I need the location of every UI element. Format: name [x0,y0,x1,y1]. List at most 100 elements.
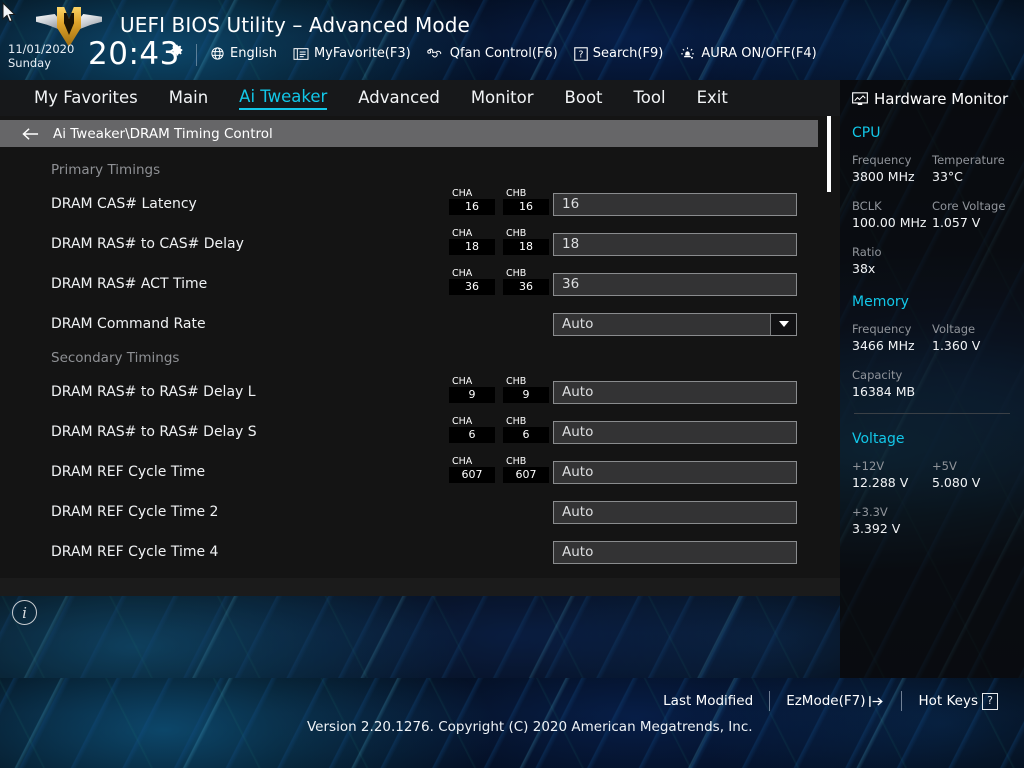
channel-cha-value: 18 [449,239,495,255]
channel-cha-cell: CHA18 [449,228,495,255]
hwmon-metric-value: 1.360 V [932,337,1012,354]
question-box-icon: ? [982,693,998,710]
breadcrumb[interactable]: Ai Tweaker\DRAM Timing Control [0,120,818,147]
channel-cha-cell: CHA6 [449,416,495,443]
hardware-monitor-title: Hardware Monitor [852,90,1012,108]
hwmon-metric: +3.3V3.392 V [852,504,937,537]
channel-chb-cell: CHB36 [503,268,549,295]
channel-cha-cell: CHA607 [449,456,495,483]
tab-advanced[interactable]: Advanced [358,88,440,109]
setting-row[interactable]: DRAM RAS# ACT TimeCHA36CHB3636 [0,264,818,304]
tab-tool[interactable]: Tool [634,88,666,109]
setting-value: 18 [562,236,579,252]
hwmon-metric: +5V5.080 V [932,458,1012,491]
main-panel: Ai Tweaker\DRAM Timing Control Primary T… [0,116,840,578]
globe-icon [210,46,225,61]
ezmode-button[interactable]: EzMode(F7) [770,693,901,709]
hwmon-metric-label: Frequency [852,321,932,337]
hwmon-readouts: +12V12.288 V+5V5.080 V +3.3V3.392 V [852,458,1012,537]
tab-monitor[interactable]: Monitor [471,88,534,109]
channel-chb-value: 18 [503,239,549,255]
setting-input[interactable]: Auto [553,501,797,524]
hwmon-metric: +12V12.288 V [852,458,932,491]
svg-text:?: ? [578,49,583,60]
hwmon-metric-label: +5V [932,458,1012,474]
help-panel: i [0,578,840,678]
scrollbar-thumb[interactable] [827,116,831,192]
setting-input[interactable]: 16 [553,193,797,216]
setting-row[interactable]: DRAM RAS# to RAS# Delay SCHA6CHB6Auto [0,412,818,452]
info-icon[interactable]: i [12,600,37,625]
channel-cha-caption: CHA [449,188,495,199]
tab-exit[interactable]: Exit [697,88,728,109]
hwmon-metric-value: 3466 MHz [852,337,932,354]
hwmon-metric: Capacity16384 MB [852,367,937,400]
setting-value: Auto [562,504,593,520]
setting-input[interactable]: Auto [553,381,797,404]
channel-chb-cell: CHB18 [503,228,549,255]
setting-input[interactable]: 18 [553,233,797,256]
channel-cha-caption: CHA [449,228,495,239]
channel-readout-group: CHA6CHB6 [449,416,549,443]
list-icon [293,47,309,61]
tab-boot[interactable]: Boot [565,88,603,109]
hwmon-readouts: Frequency3800 MHzTemperature33°CBCLK100.… [852,152,1012,277]
language-button[interactable]: English [210,46,277,61]
setting-input[interactable]: Auto [553,421,797,444]
search-button[interactable]: ? Search(F9) [574,46,664,61]
page-title: UEFI BIOS Utility – Advanced Mode [120,13,470,37]
hwmon-group-title: CPU [852,125,1012,141]
hwmon-metric-label: Temperature [932,152,1012,168]
channel-cha-value: 6 [449,427,495,443]
qfan-label: Qfan Control(F6) [450,46,558,61]
channel-chb-value: 9 [503,387,549,403]
chevron-down-icon[interactable] [770,314,796,335]
fan-icon [427,46,445,61]
setting-input[interactable]: 36 [553,273,797,296]
setting-row[interactable]: DRAM REF Cycle Time 2Auto [0,492,818,532]
question-box-icon: ? [574,47,588,61]
tab-my-favorites[interactable]: My Favorites [34,88,138,109]
setting-row[interactable]: DRAM RAS# to CAS# DelayCHA18CHB1818 [0,224,818,264]
setting-select[interactable]: Auto [553,313,797,336]
channel-cha-value: 36 [449,279,495,295]
ezmode-label: EzMode(F7) [786,693,865,709]
hwmon-row: +3.3V3.392 V [852,504,1012,537]
tab-ai-tweaker[interactable]: Ai Tweaker [239,87,327,110]
myfavorite-button[interactable]: MyFavorite(F3) [293,46,411,61]
header-shortcuts: English MyFavorite(F3) [210,46,817,61]
last-modified-button[interactable]: Last Modified [647,693,769,709]
search-label: Search(F9) [593,46,664,61]
setting-row[interactable]: DRAM REF Cycle Time 4Auto [0,532,818,572]
setting-row[interactable]: DRAM Command Rate Auto [0,304,818,344]
setting-row[interactable]: DRAM RAS# to RAS# Delay LCHA9CHB9Auto [0,372,818,412]
aura-button[interactable]: AURA ON/OFF(F4) [679,46,816,61]
back-arrow-icon[interactable] [22,127,39,141]
hotkeys-button[interactable]: Hot Keys ? [902,693,1014,710]
channel-chb-value: 607 [503,467,549,483]
hardware-monitor-label: Hardware Monitor [874,90,1008,108]
hwmon-metric-value: 5.080 V [932,474,1012,491]
setting-input[interactable]: Auto [553,541,797,564]
ezmode-arrow-icon [869,695,885,708]
channel-chb-value: 16 [503,199,549,215]
channel-readout-group: CHA36CHB36 [449,268,549,295]
setting-row[interactable]: DRAM CAS# LatencyCHA16CHB1616 [0,184,818,224]
setting-input[interactable]: Auto [553,461,797,484]
hwmon-metric-value: 16384 MB [852,383,937,400]
hwmon-row: Capacity16384 MB [852,367,1012,400]
tab-main[interactable]: Main [169,88,208,109]
hwmon-metric: Frequency3800 MHz [852,152,932,185]
channel-chb-caption: CHB [503,416,549,427]
channel-chb-cell: CHB6 [503,416,549,443]
monitor-icon [852,92,868,106]
setting-label: DRAM Command Rate [51,316,206,332]
section-heading: Secondary Timings [0,344,818,372]
clock-display: 20:43 [88,36,180,72]
channel-cha-caption: CHA [449,456,495,467]
qfan-control-button[interactable]: Qfan Control(F6) [427,46,558,61]
setting-row[interactable]: DRAM REF Cycle TimeCHA607CHB607Auto [0,452,818,492]
gear-icon[interactable] [170,42,184,56]
channel-chb-value: 36 [503,279,549,295]
hwmon-metric-label: BCLK [852,198,932,214]
